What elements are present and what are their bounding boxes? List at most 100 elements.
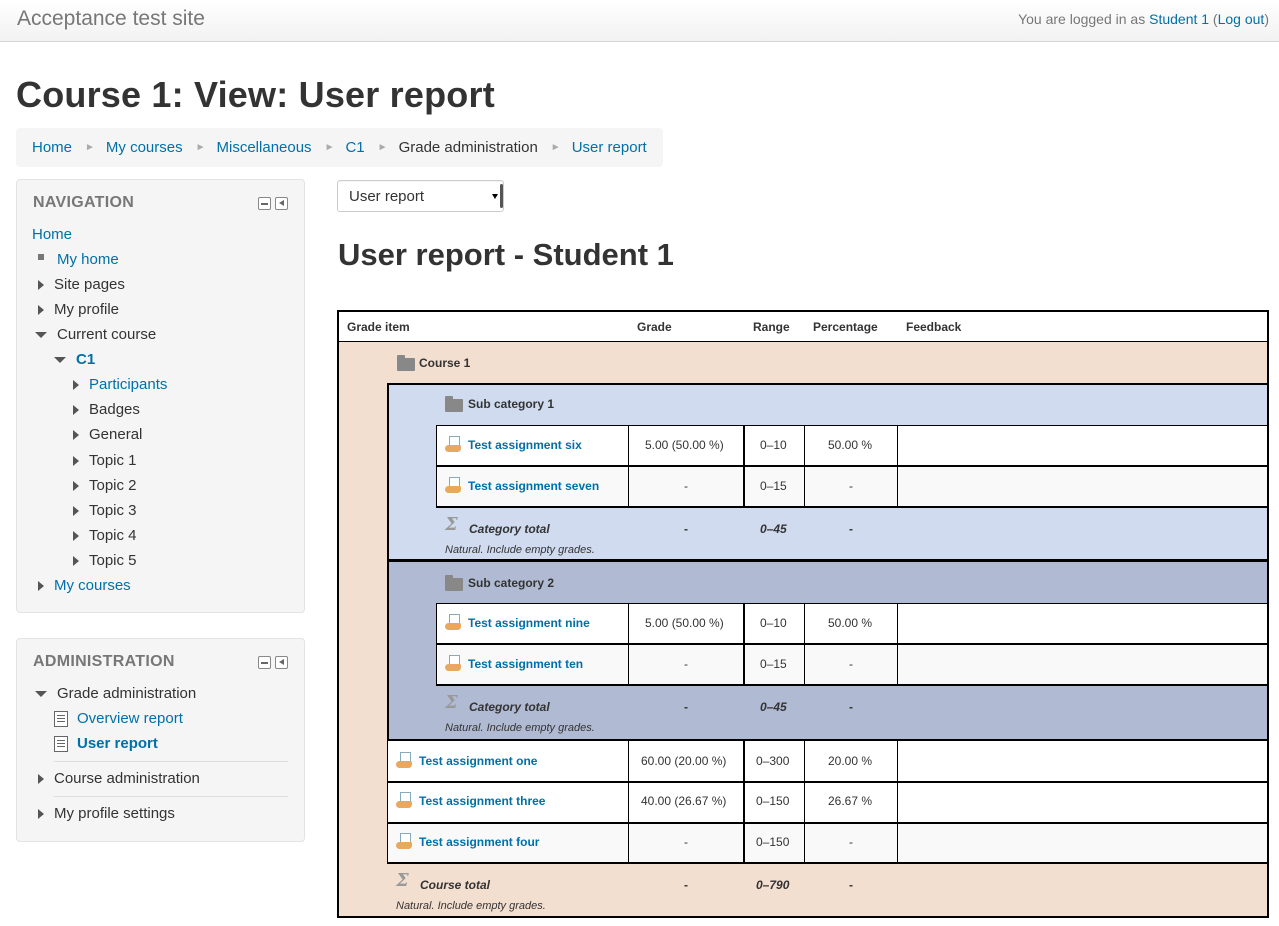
range-cell: 0–150	[756, 835, 790, 849]
folder-icon	[397, 355, 415, 371]
assignment-icon	[396, 792, 413, 809]
nav-topic-5-label: Topic 5	[89, 552, 137, 569]
grade-cell: 5.00 (50.00 %)	[645, 616, 724, 630]
nav-topic-4-label: Topic 4	[89, 527, 137, 544]
breadcrumb-user-report[interactable]: User report	[572, 139, 647, 156]
category-total-percentage: -	[849, 700, 853, 714]
assignment-icon	[445, 614, 462, 631]
expand-icon	[73, 455, 79, 466]
nav-topic-3[interactable]: Topic 3	[73, 502, 137, 519]
column-divider	[743, 603, 745, 684]
header-grade-item: Grade item	[347, 320, 410, 334]
minimize-icon[interactable]	[258, 197, 271, 210]
nav-participants[interactable]: Participants	[73, 376, 167, 393]
range-cell: 0–10	[760, 438, 787, 452]
assignment-link[interactable]: Test assignment ten	[468, 657, 583, 671]
dock-icon[interactable]	[275, 656, 288, 669]
breadcrumb-separator-icon: ►	[377, 142, 388, 153]
dock-icon[interactable]	[275, 197, 288, 210]
nav-participants-label[interactable]: Participants	[89, 376, 167, 393]
nav-c1-label[interactable]: C1	[76, 351, 95, 368]
site-name[interactable]: Acceptance test site	[17, 7, 205, 31]
category-total-label: Category total	[469, 700, 550, 714]
sub-category-1-name: Sub category 1	[468, 397, 555, 411]
percentage-cell: 20.00 %	[828, 754, 873, 768]
minimize-icon[interactable]	[258, 656, 271, 669]
assignment-icon	[445, 655, 462, 672]
breadcrumb-separator-icon: ►	[324, 142, 335, 153]
collapse-icon	[54, 356, 66, 363]
column-divider	[436, 425, 437, 506]
aggregation-note: Natural. Include empty grades.	[445, 544, 595, 556]
nav-current-course[interactable]: Current course	[35, 326, 156, 343]
nav-site-pages[interactable]: Site pages	[38, 276, 125, 293]
nav-my-home[interactable]: My home	[38, 251, 119, 268]
nav-badges[interactable]: Badges	[73, 401, 140, 418]
nav-topic-2[interactable]: Topic 2	[73, 477, 137, 494]
admin-overview-report-label[interactable]: Overview report	[77, 710, 183, 727]
assignment-link[interactable]: Test assignment seven	[468, 479, 599, 493]
nav-my-home-label[interactable]: My home	[57, 251, 119, 268]
logout-link[interactable]: Log out	[1218, 11, 1265, 27]
percentage-cell: -	[849, 479, 853, 493]
nav-topic-5[interactable]: Topic 5	[73, 552, 137, 569]
report-heading: User report - Student 1	[338, 237, 674, 272]
breadcrumb: Home ► My courses ► Miscellaneous ► C1 ►…	[16, 128, 663, 167]
assignment-link[interactable]: Test assignment three	[419, 794, 545, 808]
breadcrumb-my-courses[interactable]: My courses	[106, 139, 183, 156]
nav-topic-4[interactable]: Topic 4	[73, 527, 137, 544]
divider	[54, 761, 288, 762]
administration-block: ADMINISTRATION Grade administration Over…	[16, 638, 305, 842]
range-cell: 0–300	[756, 754, 790, 768]
breadcrumb-separator-icon: ►	[85, 142, 95, 153]
nav-my-courses[interactable]: My courses	[38, 577, 131, 594]
navigation-title: NAVIGATION	[33, 194, 135, 211]
report-selector[interactable]: User report	[337, 180, 504, 212]
nav-general[interactable]: General	[73, 426, 142, 443]
row-border	[436, 465, 1267, 467]
header-feedback: Feedback	[906, 320, 962, 334]
course-total-range: 0–790	[756, 878, 790, 892]
breadcrumb-home[interactable]: Home	[32, 139, 72, 156]
assignment-link[interactable]: Test assignment nine	[468, 616, 590, 630]
nav-topic-1[interactable]: Topic 1	[73, 452, 137, 469]
expand-icon	[38, 304, 44, 315]
admin-overview-report[interactable]: Overview report	[54, 710, 183, 727]
assignment-link[interactable]: Test assignment one	[419, 754, 537, 768]
sub-category-2-name: Sub category 2	[468, 576, 555, 590]
grade-cell: 40.00 (26.67 %)	[641, 794, 727, 808]
nav-my-courses-label[interactable]: My courses	[54, 577, 131, 594]
category-total-range: 0–45	[760, 700, 787, 714]
category-total-label: Category total	[469, 522, 550, 536]
sigma-icon: Σ	[445, 692, 458, 713]
breadcrumb-c1[interactable]: C1	[345, 139, 364, 156]
expand-icon	[73, 404, 79, 415]
grade-cell: -	[684, 657, 688, 671]
breadcrumb-separator-icon: ►	[550, 142, 561, 153]
nav-c1[interactable]: C1	[54, 351, 95, 368]
breadcrumb-miscellaneous[interactable]: Miscellaneous	[217, 139, 312, 156]
course-total-label: Course total	[420, 878, 491, 892]
expand-icon	[73, 429, 79, 440]
assignment-link[interactable]: Test assignment six	[468, 438, 582, 452]
assignment-link[interactable]: Test assignment four	[419, 835, 539, 849]
folder-icon	[445, 396, 463, 412]
row-border	[436, 425, 1267, 426]
course-category-name: Course 1	[419, 356, 471, 370]
nav-home[interactable]: Home	[32, 226, 72, 243]
admin-course-administration[interactable]: Course administration	[38, 770, 200, 787]
expand-icon	[73, 555, 79, 566]
admin-user-report-label[interactable]: User report	[77, 735, 158, 752]
admin-my-profile-settings[interactable]: My profile settings	[38, 805, 175, 822]
block-controls	[258, 197, 288, 210]
column-divider	[743, 425, 745, 506]
user-link[interactable]: Student 1	[1149, 11, 1209, 27]
admin-user-report[interactable]: User report	[54, 735, 158, 752]
column-divider	[804, 603, 805, 684]
nav-topic-1-label: Topic 1	[89, 452, 137, 469]
range-cell: 0–150	[756, 794, 790, 808]
admin-grade-administration[interactable]: Grade administration	[35, 685, 196, 702]
nav-badges-label: Badges	[89, 401, 140, 418]
nav-my-profile[interactable]: My profile	[38, 301, 119, 318]
select-edge	[500, 184, 503, 208]
